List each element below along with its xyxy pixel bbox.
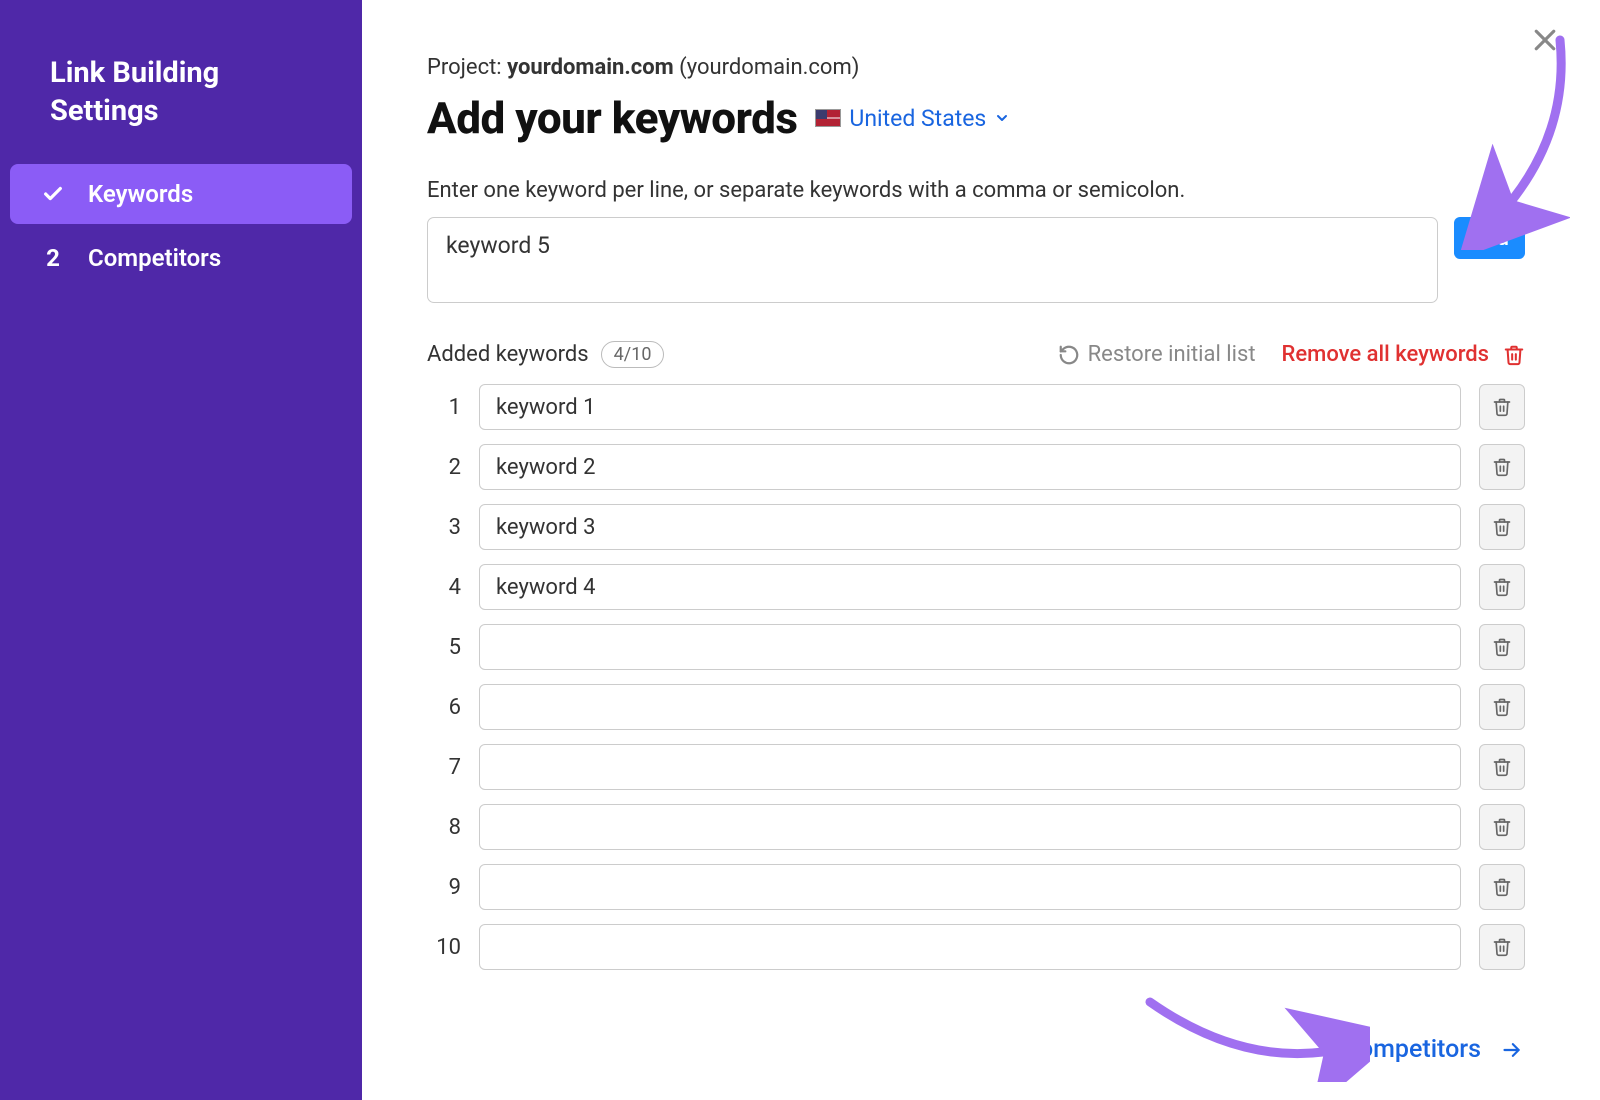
added-keywords-label: Added keywords — [427, 342, 589, 367]
keyword-row: 2 — [427, 444, 1525, 490]
step-number: 2 — [40, 244, 66, 272]
trash-icon — [1492, 697, 1512, 717]
keyword-row: 10 — [427, 924, 1525, 970]
restore-list-button[interactable]: Restore initial list — [1058, 342, 1256, 367]
row-index: 1 — [427, 395, 461, 420]
row-index: 10 — [427, 935, 461, 960]
keyword-row: 1 — [427, 384, 1525, 430]
trash-icon — [1492, 757, 1512, 777]
undo-icon — [1058, 344, 1080, 366]
country-selector[interactable]: United States — [815, 105, 1010, 132]
keyword-row: 8 — [427, 804, 1525, 850]
close-button[interactable] — [1525, 20, 1565, 60]
keyword-row: 3 — [427, 504, 1525, 550]
chevron-down-icon — [994, 110, 1010, 126]
project-prefix: Project: — [427, 55, 507, 80]
trash-icon — [1492, 937, 1512, 957]
keyword-row: 9 — [427, 864, 1525, 910]
sidebar-item-label: Keywords — [88, 180, 193, 208]
next-step-label: Competitors — [1343, 1035, 1481, 1064]
row-index: 2 — [427, 455, 461, 480]
add-button[interactable]: Add — [1454, 217, 1525, 259]
keyword-field[interactable] — [479, 744, 1461, 790]
row-index: 5 — [427, 635, 461, 660]
row-index: 4 — [427, 575, 461, 600]
delete-keyword-button[interactable] — [1479, 864, 1525, 910]
country-label: United States — [849, 105, 986, 132]
keyword-rows: 1 2 3 4 5 6 7 8 9 10 — [427, 384, 1525, 970]
next-step-link[interactable]: Competitors — [1343, 1035, 1525, 1064]
remove-all-label: Remove all keywords — [1282, 342, 1489, 367]
project-suffix: (yourdomain.com) — [674, 55, 860, 80]
delete-keyword-button[interactable] — [1479, 924, 1525, 970]
trash-icon — [1492, 517, 1512, 537]
project-label: Project: yourdomain.com (yourdomain.com) — [427, 55, 1525, 80]
delete-keyword-button[interactable] — [1479, 624, 1525, 670]
flag-icon — [815, 109, 841, 127]
delete-keyword-button[interactable] — [1479, 444, 1525, 490]
delete-keyword-button[interactable] — [1479, 504, 1525, 550]
delete-keyword-button[interactable] — [1479, 744, 1525, 790]
delete-keyword-button[interactable] — [1479, 684, 1525, 730]
trash-icon — [1492, 457, 1512, 477]
row-index: 6 — [427, 695, 461, 720]
main-panel: Project: yourdomain.com (yourdomain.com)… — [362, 0, 1600, 1100]
row-index: 9 — [427, 875, 461, 900]
keyword-field[interactable] — [479, 384, 1461, 430]
keyword-input[interactable] — [427, 217, 1438, 303]
keyword-field[interactable] — [479, 684, 1461, 730]
keyword-row: 6 — [427, 684, 1525, 730]
sidebar-title: Link Building Settings — [0, 55, 362, 160]
instruction-text: Enter one keyword per line, or separate … — [427, 178, 1525, 203]
trash-icon — [1503, 344, 1525, 366]
project-domain: yourdomain.com — [507, 55, 674, 80]
keyword-field[interactable] — [479, 564, 1461, 610]
sidebar-item-keywords[interactable]: Keywords — [10, 164, 352, 224]
check-icon — [40, 183, 66, 205]
sidebar-item-label: Competitors — [88, 244, 221, 272]
delete-keyword-button[interactable] — [1479, 564, 1525, 610]
row-index: 8 — [427, 815, 461, 840]
trash-icon — [1492, 577, 1512, 597]
trash-icon — [1492, 817, 1512, 837]
annotation-arrow — [1140, 992, 1370, 1082]
sidebar-item-competitors[interactable]: 2 Competitors — [10, 228, 352, 288]
keyword-row: 5 — [427, 624, 1525, 670]
remove-all-button[interactable]: Remove all keywords — [1282, 342, 1525, 367]
page-title: Add your keywords — [427, 92, 797, 144]
keyword-row: 7 — [427, 744, 1525, 790]
keyword-field[interactable] — [479, 444, 1461, 490]
keyword-field[interactable] — [479, 864, 1461, 910]
delete-keyword-button[interactable] — [1479, 804, 1525, 850]
keyword-field[interactable] — [479, 504, 1461, 550]
keyword-field[interactable] — [479, 624, 1461, 670]
trash-icon — [1492, 637, 1512, 657]
keyword-count-badge: 4/10 — [601, 341, 665, 368]
row-index: 7 — [427, 755, 461, 780]
sidebar: Link Building Settings Keywords 2 Compet… — [0, 0, 362, 1100]
restore-label: Restore initial list — [1088, 342, 1256, 367]
delete-keyword-button[interactable] — [1479, 384, 1525, 430]
row-index: 3 — [427, 515, 461, 540]
keyword-row: 4 — [427, 564, 1525, 610]
keyword-field[interactable] — [479, 804, 1461, 850]
arrow-right-icon — [1499, 1040, 1525, 1060]
close-icon — [1530, 25, 1560, 55]
keyword-field[interactable] — [479, 924, 1461, 970]
trash-icon — [1492, 397, 1512, 417]
trash-icon — [1492, 877, 1512, 897]
